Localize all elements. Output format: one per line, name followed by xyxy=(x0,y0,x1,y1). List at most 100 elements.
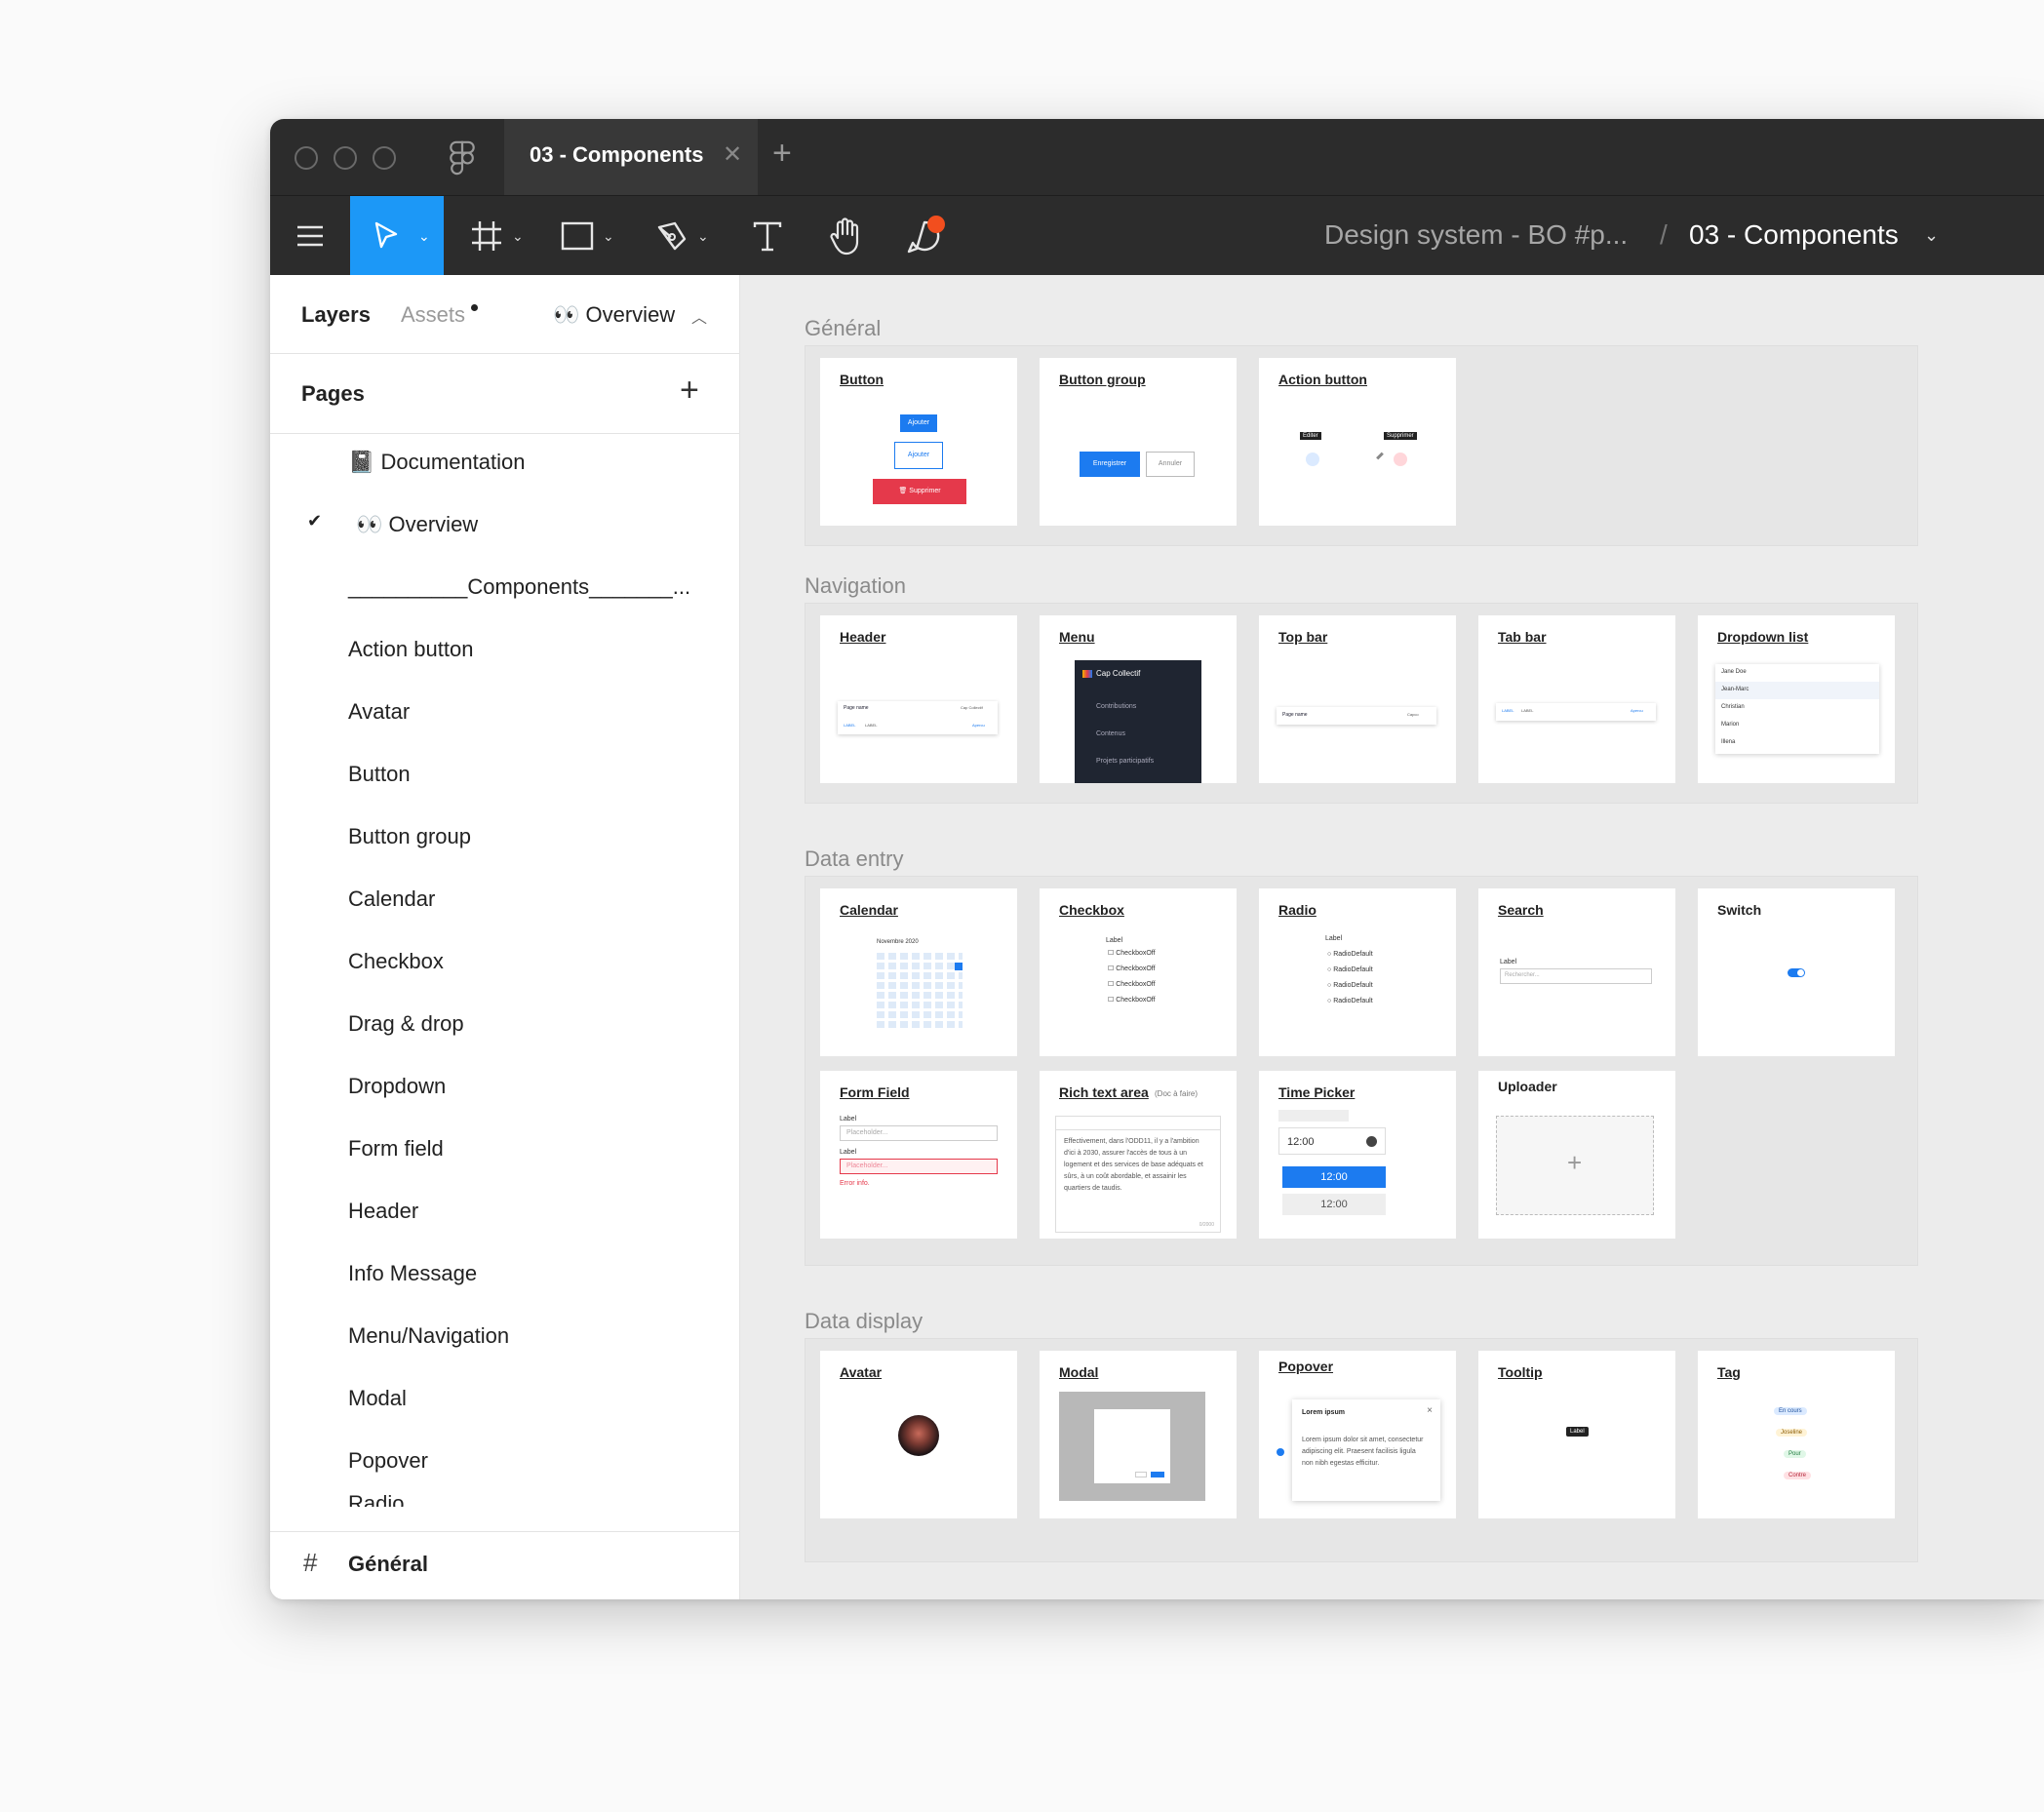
card-action-button[interactable]: Action button Editer Supprimer xyxy=(1259,358,1456,526)
mini-radio: RadioDefault xyxy=(1333,998,1373,1004)
design-canvas[interactable]: Général Button Ajouter Ajouter 🗑 Supprim… xyxy=(740,275,2044,1599)
trash-icon[interactable] xyxy=(1394,453,1407,466)
page-item-radio[interactable]: Radio xyxy=(348,1491,404,1507)
comment-tool-button[interactable] xyxy=(894,196,959,276)
mini-menu-item: Contenus xyxy=(1096,730,1125,737)
page-item-action-button[interactable]: Action button xyxy=(348,637,473,662)
card-button-group[interactable]: Button group Enregistrer Annuler xyxy=(1040,358,1237,526)
page-item-header[interactable]: Header xyxy=(348,1199,418,1224)
card-tag[interactable]: Tag En cours Joseline Pour Contre xyxy=(1698,1351,1895,1518)
assets-dot-badge xyxy=(471,304,478,311)
layer-frame-general[interactable]: # Général xyxy=(270,1531,739,1599)
page-item-info-message[interactable]: Info Message xyxy=(348,1261,477,1286)
capco-logo-icon xyxy=(1082,670,1092,678)
card-popover[interactable]: Popover Lorem ipsum × Lorem ipsum dolor … xyxy=(1259,1351,1456,1518)
frame-tool-button[interactable]: ⌄ xyxy=(457,196,524,276)
mini-header: Page name Cap Collectif LABEL LABEL Aper… xyxy=(838,701,998,734)
card-calendar[interactable]: Calendar Novembre 2020 xyxy=(820,888,1017,1056)
page-item-button-group[interactable]: Button group xyxy=(348,824,471,849)
text-t-icon xyxy=(753,221,782,252)
page-item-popover[interactable]: Popover xyxy=(348,1448,428,1474)
card-title: Switch xyxy=(1717,902,1762,918)
card-form-field[interactable]: Form Field Label Placeholder... Label Pl… xyxy=(820,1071,1017,1239)
figma-logo-icon[interactable] xyxy=(449,140,476,176)
card-title: Form Field xyxy=(840,1084,910,1100)
tab-close-icon[interactable]: ✕ xyxy=(723,140,742,169)
page-item-avatar[interactable]: Avatar xyxy=(348,699,410,725)
breadcrumb-file[interactable]: Design system - BO #p... xyxy=(1324,219,1628,251)
card-top-bar[interactable]: Top bar Page name Capco xyxy=(1259,615,1456,783)
breadcrumb-page[interactable]: 03 - Components xyxy=(1689,219,1899,251)
mini-tab: LABEL xyxy=(844,723,856,728)
page-item-drag-drop[interactable]: Drag & drop xyxy=(348,1011,464,1037)
mini-dropdown-item: Marion xyxy=(1721,722,1740,728)
page-item-overview[interactable]: 👀 Overview xyxy=(356,512,478,537)
tab-components[interactable]: 03 - Components ✕ xyxy=(504,119,758,195)
page-item-modal[interactable]: Modal xyxy=(348,1386,407,1411)
card-checkbox[interactable]: Checkbox Label ☐ CheckboxOff ☐ CheckboxO… xyxy=(1040,888,1237,1056)
chevron-down-icon[interactable]: ⌄ xyxy=(512,228,524,245)
card-time-picker[interactable]: Time Picker 12:00 12:00 12:00 xyxy=(1259,1071,1456,1239)
chevron-down-icon[interactable]: ⌄ xyxy=(697,228,709,245)
page-item-dropdown[interactable]: Dropdown xyxy=(348,1074,446,1099)
chevron-down-icon[interactable]: ⌄ xyxy=(1924,225,1939,246)
card-dropdown-list[interactable]: Dropdown list Jane Doe Jean-Marc Christi… xyxy=(1698,615,1895,783)
tab-title: 03 - Components xyxy=(530,142,704,167)
hand-tool-button[interactable] xyxy=(816,196,875,276)
card-avatar[interactable]: Avatar xyxy=(820,1351,1017,1518)
page-item-form-field[interactable]: Form field xyxy=(348,1136,444,1162)
mini-dropzone: + xyxy=(1496,1116,1654,1215)
mini-checkbox: CheckboxOff xyxy=(1116,950,1156,957)
card-uploader[interactable]: Uploader + xyxy=(1478,1071,1675,1239)
close-window-button[interactable] xyxy=(295,146,318,170)
card-title: Tooltip xyxy=(1498,1364,1543,1380)
page-item-checkbox[interactable]: Checkbox xyxy=(348,949,444,974)
maximize-window-button[interactable] xyxy=(373,146,396,170)
shape-tool-button[interactable]: ⌄ xyxy=(548,196,614,276)
card-title: Top bar xyxy=(1278,629,1328,645)
card-tooltip[interactable]: Tooltip Label xyxy=(1478,1351,1675,1518)
minimize-window-button[interactable] xyxy=(334,146,357,170)
primary-button[interactable]: Ajouter xyxy=(900,414,937,432)
page-item-button[interactable]: Button xyxy=(348,762,411,787)
mini-page-name: Page name xyxy=(844,705,869,711)
chevron-down-icon[interactable]: ⌄ xyxy=(603,228,614,245)
toolbar: ⌄ ⌄ ⌄ ⌄ Design system - BO #p... / 03 - … xyxy=(270,195,2044,276)
card-switch[interactable]: Switch xyxy=(1698,888,1895,1056)
chevron-down-icon[interactable]: ⌄ xyxy=(418,228,430,245)
card-menu[interactable]: Menu Cap Collectif Contributions Contenu… xyxy=(1040,615,1237,783)
secondary-button[interactable]: Ajouter xyxy=(894,442,943,469)
current-page-selector[interactable]: 👀 Overview xyxy=(553,302,675,328)
comment-bubble-icon xyxy=(907,216,945,254)
card-radio[interactable]: Radio Label ○ RadioDefault ○ RadioDefaul… xyxy=(1259,888,1456,1056)
main-menu-button[interactable] xyxy=(270,196,350,276)
edit-pencil-icon[interactable] xyxy=(1306,453,1319,466)
card-title: Tab bar xyxy=(1498,629,1547,645)
add-page-button[interactable]: + xyxy=(680,372,699,410)
pencil-icon[interactable] xyxy=(1376,452,1384,460)
frame-hash-icon: # xyxy=(303,1548,318,1577)
card-button[interactable]: Button Ajouter Ajouter 🗑 Supprimer xyxy=(820,358,1017,526)
card-tab-bar[interactable]: Tab bar LABEL LABEL Apercu xyxy=(1478,615,1675,783)
chevron-up-icon[interactable]: ︿ xyxy=(691,304,707,328)
card-header[interactable]: Header Page name Cap Collectif LABEL LAB… xyxy=(820,615,1017,783)
cancel-button[interactable]: Annuler xyxy=(1146,452,1195,477)
new-tab-button[interactable]: + xyxy=(772,135,792,173)
page-item-components-divider[interactable]: __________Components_______... xyxy=(348,574,690,600)
tag-contre: Contre xyxy=(1784,1472,1812,1479)
move-tool-button[interactable]: ⌄ xyxy=(350,196,444,276)
page-item-menu-navigation[interactable]: Menu/Navigation xyxy=(348,1323,509,1349)
card-rich-text-area[interactable]: Rich text area (Doc à faire) Effectiveme… xyxy=(1040,1071,1237,1239)
save-button[interactable]: Enregistrer xyxy=(1080,452,1140,477)
tab-assets[interactable]: Assets xyxy=(401,302,465,328)
card-search[interactable]: Search Label Rechercher... xyxy=(1478,888,1675,1056)
pen-tool-button[interactable]: ⌄ xyxy=(643,196,709,276)
tab-layers[interactable]: Layers xyxy=(301,302,371,328)
card-modal[interactable]: Modal xyxy=(1040,1351,1237,1518)
mini-calendar-selected xyxy=(955,963,963,970)
mini-dropdown-item: Jean-Marc xyxy=(1721,687,1749,692)
danger-button[interactable]: 🗑 Supprimer xyxy=(873,479,966,504)
page-item-documentation[interactable]: 📓 Documentation xyxy=(348,450,525,475)
text-tool-button[interactable] xyxy=(738,196,797,276)
page-item-calendar[interactable]: Calendar xyxy=(348,886,435,912)
